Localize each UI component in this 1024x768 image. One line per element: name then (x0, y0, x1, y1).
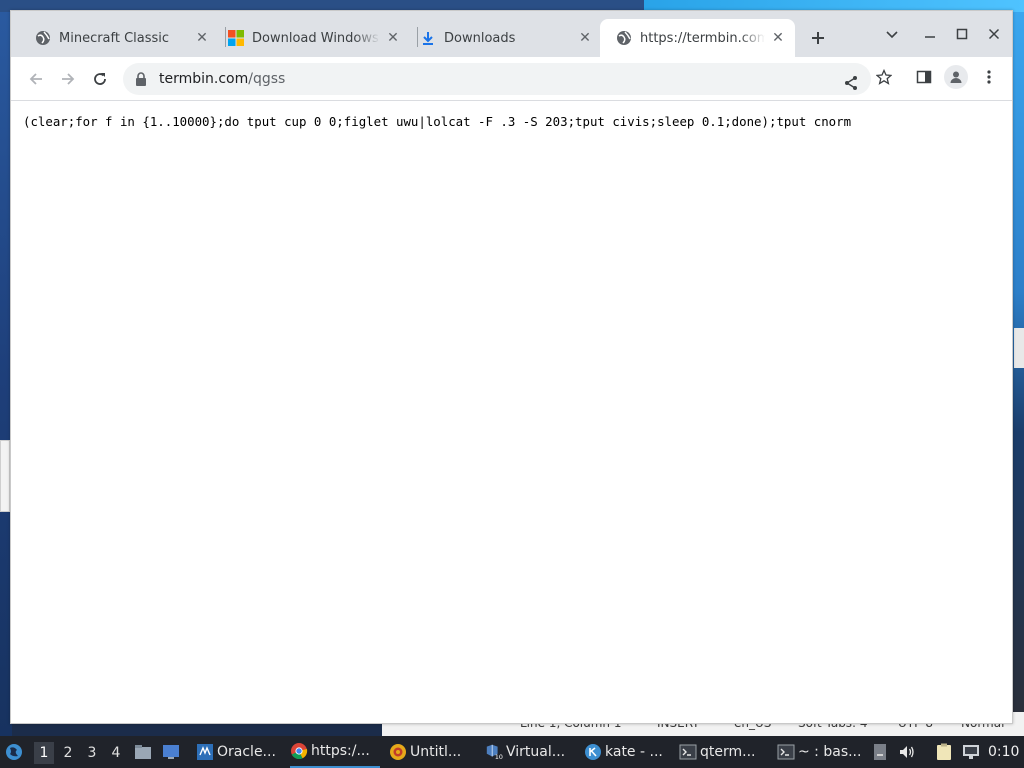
chrome-icon (290, 742, 308, 760)
close-tab-icon[interactable]: ✕ (576, 29, 594, 47)
microsoft-logo-icon (228, 30, 244, 46)
taskbar-app-virtualbox[interactable]: 10 Virtual... (485, 736, 575, 768)
taskbar-app-untitled[interactable]: Untitl... (389, 736, 475, 768)
taskbar: 1 2 3 4 Oracle... https:/... Untitl... 1… (0, 736, 1024, 768)
address-url: termbin.com/qgss (159, 71, 285, 87)
tab-download-windows[interactable]: Download Windows 1 ✕ (212, 19, 410, 57)
workspace-1[interactable]: 1 (34, 742, 54, 764)
app-circle-icon (389, 743, 407, 761)
close-tab-icon[interactable]: ✕ (193, 29, 211, 47)
background-window-scrollbar (1014, 328, 1024, 368)
back-button[interactable] (22, 65, 50, 93)
terminal-icon (777, 743, 795, 761)
address-path: /qgss (248, 71, 286, 87)
svg-text:10: 10 (495, 754, 503, 761)
minimize-button[interactable] (915, 22, 945, 46)
maximize-button[interactable] (947, 22, 977, 46)
side-panel-icon[interactable] (912, 65, 936, 89)
taskbar-app-label: Oracle... (217, 744, 276, 760)
download-icon (420, 30, 436, 46)
globe-icon (35, 30, 51, 46)
profile-avatar-icon[interactable] (944, 65, 968, 89)
taskbar-app-label: ~ : bas... (798, 744, 862, 760)
taskbar-app-label: kate - ... (605, 744, 663, 760)
globe-icon (616, 30, 632, 46)
background-window-edge (0, 440, 10, 512)
close-tab-icon[interactable]: ✕ (384, 29, 402, 47)
desktop-icon (162, 743, 180, 761)
tab-title: Minecraft Classic (59, 30, 170, 46)
browser-toolbar: termbin.com/qgss (11, 57, 1012, 101)
share-icon[interactable] (839, 71, 863, 95)
clock[interactable]: 0:10 (988, 736, 1019, 768)
taskbar-app-bash[interactable]: ~ : bas... (777, 736, 863, 768)
virtualbox-icon: 10 (485, 743, 503, 761)
terminal-icon (679, 743, 697, 761)
page-content: (clear;for f in {1..10000};do tput cup 0… (11, 101, 1012, 723)
lock-icon[interactable] (133, 71, 149, 87)
tab-termbin[interactable]: https://termbin.com/ ✕ (600, 19, 795, 57)
start-menu-button[interactable] (5, 736, 27, 768)
close-tab-icon[interactable]: ✕ (769, 29, 787, 47)
taskbar-app-kate[interactable]: kate - ... (584, 736, 670, 768)
oracle-vm-icon (196, 743, 214, 761)
address-host: termbin.com (159, 71, 249, 87)
tab-minecraft-classic[interactable]: Minecraft Classic ✕ (19, 19, 219, 57)
taskbar-app-oracle[interactable]: Oracle... (196, 736, 282, 768)
taskbar-app-label: Virtual... (506, 744, 566, 760)
taskbar-app-label: Untitl... (410, 744, 462, 760)
clipboard-icon[interactable] (935, 743, 953, 761)
browser-window: Minecraft Classic ✕ Download Windows 1 ✕… (10, 10, 1013, 724)
bookmark-star-icon[interactable] (872, 65, 896, 89)
reload-button[interactable] (86, 65, 114, 93)
tab-title: Downloads (444, 30, 516, 46)
storage-icon[interactable] (871, 743, 889, 761)
folder-icon (134, 743, 152, 761)
close-window-button[interactable] (979, 22, 1009, 46)
tab-title: Download Windows 1 (252, 30, 380, 46)
workspace-4[interactable]: 4 (106, 742, 126, 764)
taskbar-app-label: qterm... (700, 744, 756, 760)
show-desktop-launcher[interactable] (162, 736, 184, 768)
tab-title: https://termbin.com/ (640, 30, 765, 46)
tab-strip: Minecraft Classic ✕ Download Windows 1 ✕… (11, 11, 1012, 57)
taskbar-app-chrome[interactable]: https:/... (290, 736, 380, 768)
tab-search-button[interactable] (877, 22, 907, 46)
network-icon[interactable] (962, 743, 980, 761)
forward-button[interactable] (54, 65, 82, 93)
lxqt-logo-icon (5, 743, 23, 761)
file-manager-launcher[interactable] (134, 736, 156, 768)
paste-text: (clear;for f in {1..10000};do tput cup 0… (23, 114, 852, 129)
workspace-3[interactable]: 3 (82, 742, 102, 764)
tab-downloads[interactable]: Downloads ✕ (404, 19, 602, 57)
taskbar-app-label: https:/... (311, 743, 370, 759)
workspace-2[interactable]: 2 (58, 742, 78, 764)
address-bar[interactable]: termbin.com/qgss (123, 63, 871, 95)
new-tab-button[interactable] (804, 24, 832, 52)
volume-icon[interactable] (898, 743, 916, 761)
taskbar-app-qterminal[interactable]: qterm... (679, 736, 767, 768)
more-menu-icon[interactable] (977, 65, 1001, 89)
kate-icon (584, 743, 602, 761)
